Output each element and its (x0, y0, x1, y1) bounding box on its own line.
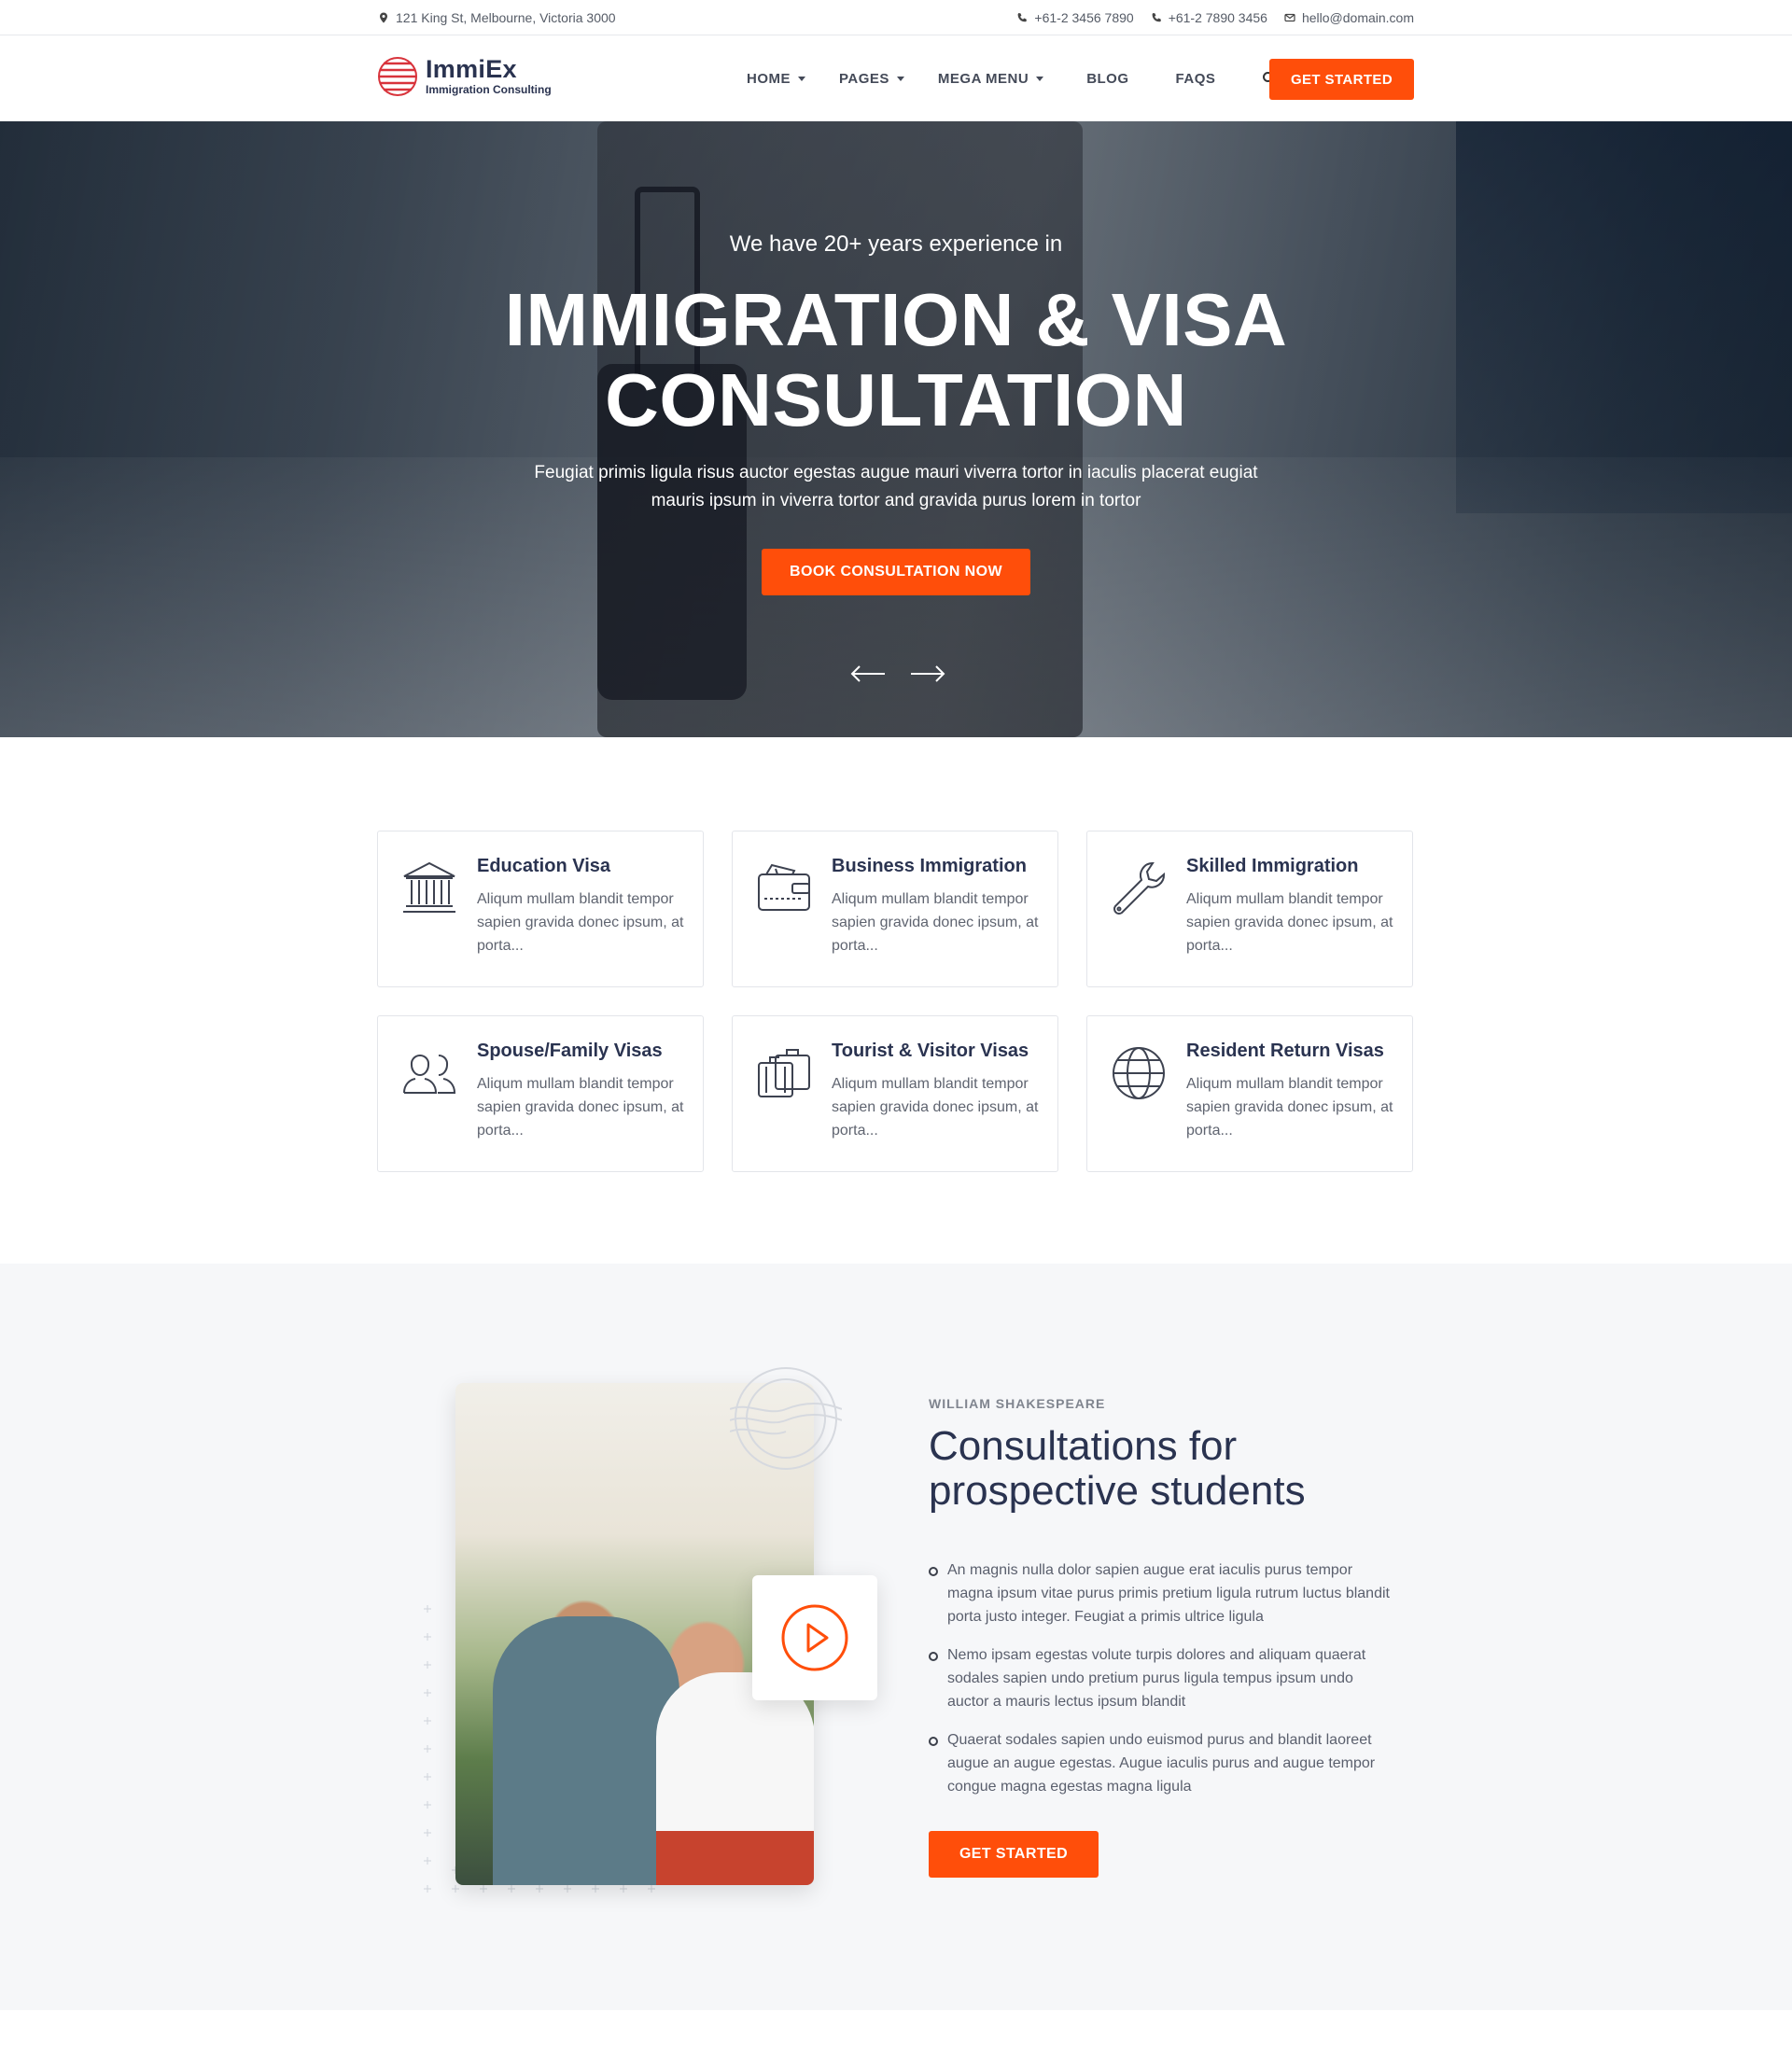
site-header: ImmiEx Immigration Consulting HOME PAGES… (0, 35, 1792, 121)
service-text: Aliqum mullam blandit tempor sapien grav… (477, 891, 684, 954)
phone-icon (1018, 13, 1028, 22)
service-card[interactable]: Skilled Immigration Aliqum mullam blandi… (1086, 831, 1413, 987)
hero-slider: We have 20+ years experience in IMMIGRAT… (0, 121, 1792, 737)
bullet-item: Quaerat sodales sapien undo euismod puru… (929, 1728, 1395, 1798)
email-text: hello@domain.com (1301, 10, 1414, 25)
hero-title: IMMIGRATION & VISA CONSULTATION (0, 280, 1792, 440)
address: 121 King St, Melbourne, Victoria 3000 (378, 10, 616, 25)
get-started-button[interactable]: GET STARTED (929, 1831, 1099, 1878)
arrow-right-icon[interactable] (909, 664, 946, 683)
nav-faqs[interactable]: FAQS (1176, 71, 1216, 87)
users-icon (403, 1054, 456, 1094)
phone-1-text: +61-2 3456 7890 (1034, 10, 1134, 25)
globe-icon (1113, 1047, 1165, 1099)
service-title: Business Immigration (832, 856, 1027, 876)
wrench-icon (1113, 861, 1166, 915)
bullet-item: Nemo ipsam egestas volute turpis dolores… (929, 1643, 1395, 1713)
slider-arrows (849, 664, 946, 683)
map-pin-icon (380, 12, 387, 23)
service-card[interactable]: Tourist & Visitor Visas Aliqum mullam bl… (732, 1015, 1058, 1172)
service-text: Aliqum mullam blandit tempor sapien grav… (832, 891, 1039, 954)
consultation-section: WILLIAM SHAKESPEARE Consultations for pr… (0, 1264, 1792, 2010)
service-title: Skilled Immigration (1186, 856, 1359, 876)
section-title: Consultations for prospective students (929, 1423, 1306, 1514)
service-title: Spouse/Family Visas (477, 1041, 663, 1061)
play-icon (781, 1604, 848, 1671)
globe-logo-icon (378, 57, 417, 96)
video-play-button[interactable] (752, 1575, 877, 1700)
service-title: Education Visa (477, 856, 611, 876)
caret-down-icon (1036, 76, 1044, 81)
bullet-list: An magnis nulla dolor sapien augue erat … (929, 1558, 1395, 1813)
service-text: Aliqum mullam blandit tempor sapien grav… (1186, 1076, 1393, 1139)
main-nav: HOME PAGES MEGA MENU BLOG FAQS (747, 35, 1305, 121)
caret-down-icon (798, 76, 805, 81)
nav-mega-menu[interactable]: MEGA MENU (937, 70, 1044, 87)
nav-blog[interactable]: BLOG (1086, 71, 1128, 87)
postmark-stamp-decoration (730, 1367, 842, 1470)
luggage-icon (758, 1049, 810, 1097)
wallet-icon (758, 863, 810, 911)
address-text: 121 King St, Melbourne, Victoria 3000 (396, 10, 616, 25)
logo-tagline: Immigration Consulting (426, 83, 552, 96)
book-consultation-button[interactable]: BOOK CONSULTATION NOW (762, 549, 1030, 595)
service-text: Aliqum mullam blandit tempor sapien grav… (832, 1076, 1039, 1139)
phone-2[interactable]: +61-2 7890 3456 (1151, 10, 1267, 25)
nav-home-label: HOME (747, 70, 791, 87)
photo-skirt (656, 1831, 814, 1885)
service-card[interactable]: Education Visa Aliqum mullam blandit tem… (377, 831, 704, 987)
service-card[interactable]: Spouse/Family Visas Aliqum mullam blandi… (377, 1015, 704, 1172)
hero-title-line-2: CONSULTATION (605, 358, 1187, 441)
caret-down-icon (896, 76, 904, 81)
hero-description: Feugiat primis ligula risus auctor egest… (534, 463, 1258, 510)
logo[interactable]: ImmiEx Immigration Consulting (377, 56, 552, 97)
hero-subtitle: We have 20+ years experience in (729, 231, 1063, 257)
phone-1[interactable]: +61-2 3456 7890 (1016, 10, 1134, 25)
hero-title-line-1: IMMIGRATION & VISA (504, 278, 1288, 361)
services-grid: Education Visa Aliqum mullam blandit tem… (377, 831, 1415, 1172)
service-card[interactable]: Resident Return Visas Aliqum mullam blan… (1086, 1015, 1413, 1172)
nav-pages-label: PAGES (839, 70, 889, 87)
service-title: Tourist & Visitor Visas (832, 1041, 1029, 1061)
service-card[interactable]: Business Immigration Aliqum mullam bland… (732, 831, 1058, 987)
photo-man (493, 1616, 679, 1885)
nav-blog-label: BLOG (1086, 70, 1129, 87)
service-text: Aliqum mullam blandit tempor sapien grav… (477, 1076, 684, 1139)
phone-icon (1152, 13, 1161, 22)
service-text: Aliqum mullam blandit tempor sapien grav… (1186, 891, 1393, 954)
top-bar: 121 King St, Melbourne, Victoria 3000 +6… (0, 0, 1792, 35)
nav-home[interactable]: HOME (747, 71, 805, 87)
arrow-left-icon[interactable] (849, 664, 887, 683)
nav-pages[interactable]: PAGES (839, 71, 904, 87)
bank-icon (403, 861, 455, 913)
bullet-item: An magnis nulla dolor sapien augue erat … (929, 1558, 1395, 1628)
nav-mega-menu-label: MEGA MENU (937, 70, 1029, 87)
phone-2-text: +61-2 7890 3456 (1168, 10, 1267, 25)
service-title: Resident Return Visas (1186, 1041, 1384, 1061)
nav-faqs-label: FAQS (1175, 70, 1216, 87)
logo-name: ImmiEx (426, 55, 517, 83)
email[interactable]: hello@domain.com (1284, 10, 1414, 25)
section-eyebrow: WILLIAM SHAKESPEARE (929, 1396, 1106, 1411)
get-started-button[interactable]: GET STARTED (1269, 59, 1414, 100)
envelope-icon (1284, 13, 1295, 22)
